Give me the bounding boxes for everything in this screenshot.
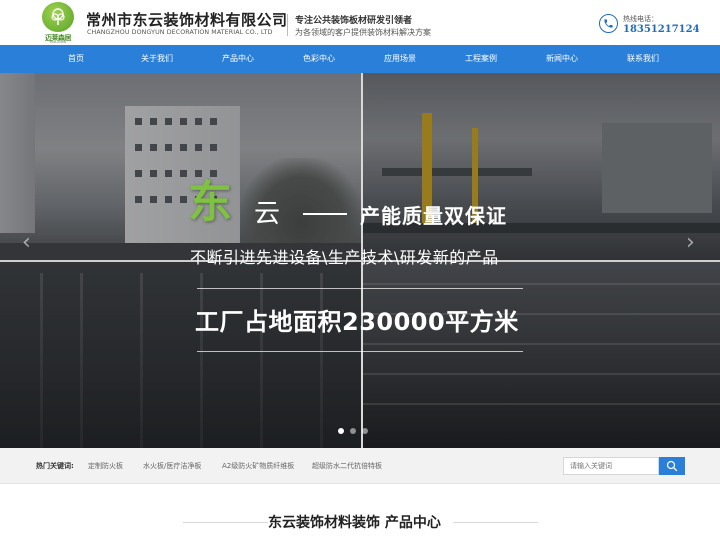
slogan-sub: 为各领域的客户提供装饰材料解决方案 bbox=[295, 28, 431, 37]
keyword-bar: 热门关键词: 定制防火板 水火板/医疗洁净板 A2级防火矿物质纤维板 超级防水二… bbox=[0, 448, 720, 484]
keyword-link[interactable]: 水火板/医疗洁净板 bbox=[143, 461, 201, 471]
nav-item-applications[interactable]: 应用场景 bbox=[365, 45, 435, 73]
hero-brand-big: 东 bbox=[188, 177, 232, 228]
slider-next-icon[interactable]: › bbox=[686, 230, 695, 255]
tree-icon bbox=[51, 8, 65, 25]
nav-item-news[interactable]: 新闻中心 bbox=[527, 45, 597, 73]
company-name: 常州市东云装饰材料有限公司 bbox=[86, 11, 288, 29]
keyword-title: 热门关键词: bbox=[36, 462, 74, 470]
slogan-main: 专注公共装饰板材研发引领者 bbox=[295, 16, 413, 26]
keyword-link[interactable]: A2级防火矿物质纤维板 bbox=[222, 461, 294, 471]
hero-headline: 产能质量双保证 bbox=[360, 204, 507, 228]
search-input[interactable] bbox=[563, 457, 659, 475]
slider-dots bbox=[335, 419, 371, 438]
hero-brand-dash bbox=[303, 213, 347, 215]
keyword-link[interactable]: 定制防火板 bbox=[88, 461, 123, 471]
keyword-link[interactable]: 超级防水二代抗倍特板 bbox=[312, 461, 382, 471]
logo-subtext: MAILAISEN bbox=[49, 40, 67, 44]
hero-subline: 不断引进先进设备\生产技术\研发新的产品 bbox=[190, 248, 499, 267]
main-nav: 首页 关于我们 产品中心 色彩中心 应用场景 工程案例 新闻中心 联系我们 bbox=[0, 45, 720, 73]
hero-rule-bottom bbox=[197, 351, 523, 352]
products-section: 东云装饰材料装饰 产品中心 bbox=[0, 484, 720, 540]
slider-prev-icon[interactable]: ‹ bbox=[22, 230, 31, 255]
phone-label: 热线电话： bbox=[623, 15, 658, 23]
company-name-en: CHANGZHOU DONGYUN DECORATION MATERIAL CO… bbox=[87, 29, 273, 36]
slider-dot[interactable] bbox=[362, 428, 368, 434]
nav-item-about[interactable]: 关于我们 bbox=[122, 45, 192, 73]
phone-number[interactable]: 18351217124 bbox=[623, 24, 700, 35]
slider-dot[interactable] bbox=[350, 428, 356, 434]
hero-brand-small: 云 bbox=[254, 199, 281, 229]
nav-item-products[interactable]: 产品中心 bbox=[203, 45, 273, 73]
nav-item-home[interactable]: 首页 bbox=[41, 45, 111, 73]
section-line-right bbox=[453, 522, 538, 523]
nav-item-colors[interactable]: 色彩中心 bbox=[284, 45, 354, 73]
nav-item-cases[interactable]: 工程案例 bbox=[446, 45, 516, 73]
hero-rule-top bbox=[197, 288, 523, 289]
logo[interactable]: 迈莱森居 MAILAISEN bbox=[40, 2, 76, 44]
search-button[interactable] bbox=[659, 457, 685, 475]
hero-factory-area: 工厂占地面积230000平方米 bbox=[195, 308, 519, 336]
phone-icon bbox=[599, 14, 618, 33]
search-icon bbox=[666, 460, 678, 472]
hero-banner[interactable]: 东 云 产能质量双保证 不断引进先进设备\生产技术\研发新的产品 工厂占地面积2… bbox=[0, 73, 720, 448]
nav-item-contact[interactable]: 联系我们 bbox=[608, 45, 678, 73]
slider-dot[interactable] bbox=[338, 428, 344, 434]
section-line-left bbox=[183, 522, 268, 523]
header-divider bbox=[287, 14, 288, 36]
section-title: 东云装饰材料装饰 产品中心 bbox=[268, 515, 441, 531]
site-header: 迈莱森居 MAILAISEN 常州市东云装饰材料有限公司 CHANGZHOU D… bbox=[0, 0, 720, 45]
